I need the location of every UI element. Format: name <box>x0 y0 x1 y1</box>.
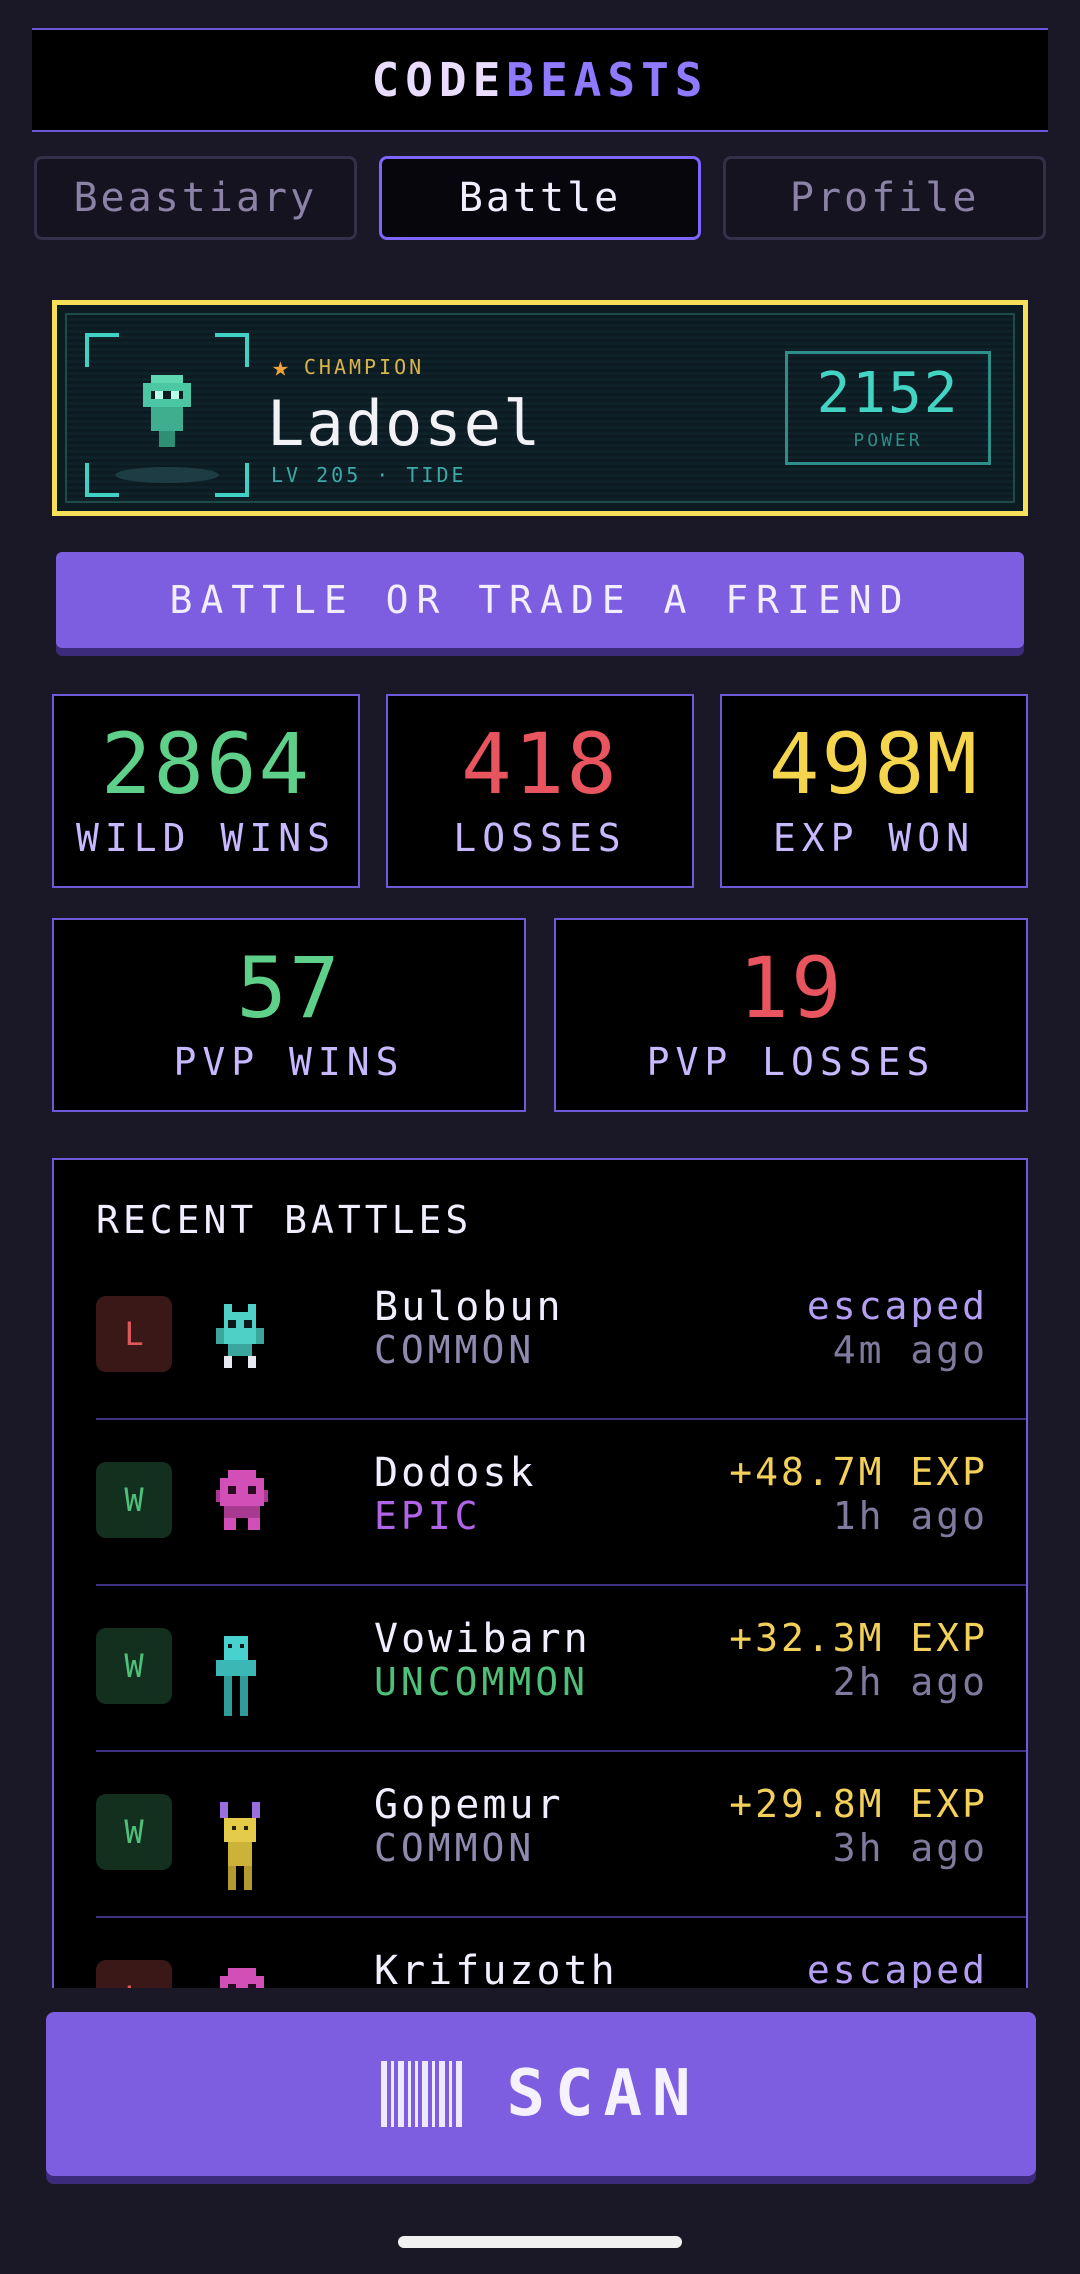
stat-pvp-wins-value: 57 <box>236 939 342 1037</box>
stat-losses-value: 418 <box>461 715 619 813</box>
stat-pvp-losses-value: 19 <box>738 939 844 1037</box>
battle-outcome: +29.8M EXP <box>729 1782 988 1826</box>
battle-row[interactable]: L Krifuzoth escaped <box>96 1918 1026 1988</box>
stat-pvp-losses-label: PVP LOSSES <box>646 1040 936 1084</box>
stat-exp-won-value: 498M <box>768 715 980 813</box>
stat-pvp-losses: 19 PVP LOSSES <box>554 918 1028 1112</box>
logo-beasts: BEASTS <box>506 53 709 107</box>
champion-card-inner: ★ CHAMPION Ladosel LV 205 · TIDE 2152 PO… <box>65 313 1015 503</box>
stat-pvp-wins: 57 PVP WINS <box>52 918 526 1112</box>
stat-wild-wins-value: 2864 <box>100 715 312 813</box>
beast-sprite-icon <box>220 1802 260 1890</box>
stat-wild-wins: 2864 WILD WINS <box>52 694 360 888</box>
tab-bar: Beastiary Battle Profile <box>34 156 1047 240</box>
beast-rarity: COMMON <box>374 1826 536 1870</box>
beast-name: Bulobun <box>374 1284 564 1330</box>
app-header: CODEBEASTS <box>32 28 1048 132</box>
frame-corner <box>215 463 249 497</box>
beast-rarity: COMMON <box>374 1328 536 1372</box>
battle-outcome: escaped <box>806 1948 988 1988</box>
battle-or-trade-button[interactable]: BATTLE OR TRADE A FRIEND <box>56 552 1024 648</box>
stat-losses: 418 LOSSES <box>386 694 694 888</box>
champion-card[interactable]: ★ CHAMPION Ladosel LV 205 · TIDE 2152 PO… <box>52 300 1028 516</box>
beast-name: Vowibarn <box>374 1616 591 1662</box>
beast-name: Dodosk <box>374 1450 537 1496</box>
battle-row[interactable]: L Bulobun COMMON escaped 4m ago <box>96 1254 1026 1420</box>
logo-code: CODE <box>371 53 507 107</box>
stat-wild-wins-label: WILD WINS <box>76 816 336 860</box>
portrait-shadow <box>115 467 219 483</box>
frame-corner <box>215 333 249 367</box>
beast-sprite-icon <box>216 1304 264 1368</box>
scan-button[interactable]: SCAN <box>46 2012 1036 2176</box>
star-icon: ★ <box>272 350 292 383</box>
tab-battle[interactable]: Battle <box>378 156 702 240</box>
champion-level: LV 205 · TIDE <box>271 463 467 487</box>
stat-pvp-wins-label: PVP WINS <box>173 1040 405 1084</box>
barcode-icon <box>381 2061 463 2127</box>
power-label: POWER <box>853 429 923 451</box>
champion-name: Ladosel <box>267 387 543 460</box>
scan-label: SCAN <box>506 2057 701 2131</box>
champion-sprite-icon <box>143 375 191 447</box>
beast-name: Gopemur <box>374 1782 564 1828</box>
app-logo: CODEBEASTS <box>372 53 709 107</box>
battle-time: 3h ago <box>832 1826 988 1870</box>
stat-exp-won: 498M EXP WON <box>720 694 1028 888</box>
power-value: 2152 <box>816 360 960 426</box>
battle-row[interactable]: W Vowibarn UNCOMMON +32.3M EXP 2h ago <box>96 1586 1026 1752</box>
battle-row[interactable]: W Gopemur COMMON +29.8M EXP 3h ago <box>96 1752 1026 1918</box>
beast-sprite-icon <box>216 1636 256 1716</box>
recent-battles-title: RECENT BATTLES <box>96 1198 473 1242</box>
battle-row[interactable]: W Dodosk EPIC +48.7M EXP 1h ago <box>96 1420 1026 1586</box>
beast-rarity: UNCOMMON <box>374 1660 590 1704</box>
battle-outcome: escaped <box>806 1284 988 1328</box>
result-badge: L <box>96 1296 172 1372</box>
stat-exp-won-label: EXP WON <box>772 816 976 860</box>
result-badge: W <box>96 1628 172 1704</box>
frame-corner <box>85 463 119 497</box>
recent-battles-panel[interactable]: RECENT BATTLES L Bulobun COMMON escaped … <box>52 1158 1028 1988</box>
result-badge: W <box>96 1462 172 1538</box>
champion-portrait-frame <box>85 333 249 497</box>
power-box: 2152 POWER <box>785 351 991 465</box>
champion-tag: ★ CHAMPION <box>272 353 424 381</box>
battle-time: 1h ago <box>832 1494 988 1538</box>
beast-rarity: EPIC <box>374 1494 482 1538</box>
tab-beastiary[interactable]: Beastiary <box>34 156 357 240</box>
frame-corner <box>85 333 119 367</box>
result-badge: W <box>96 1794 172 1870</box>
battle-time: 2h ago <box>832 1660 988 1704</box>
beast-sprite-icon <box>220 1968 264 1988</box>
beast-sprite-icon <box>216 1470 268 1530</box>
champion-tag-text: CHAMPION <box>303 355 425 379</box>
home-indicator[interactable] <box>398 2236 682 2248</box>
battle-time: 4m ago <box>832 1328 988 1372</box>
battle-outcome: +48.7M EXP <box>729 1450 988 1494</box>
result-badge: L <box>96 1960 172 1988</box>
stat-losses-label: LOSSES <box>453 816 627 860</box>
tab-profile[interactable]: Profile <box>723 156 1047 240</box>
beast-name: Krifuzoth <box>374 1948 618 1988</box>
battle-outcome: +32.3M EXP <box>729 1616 988 1660</box>
